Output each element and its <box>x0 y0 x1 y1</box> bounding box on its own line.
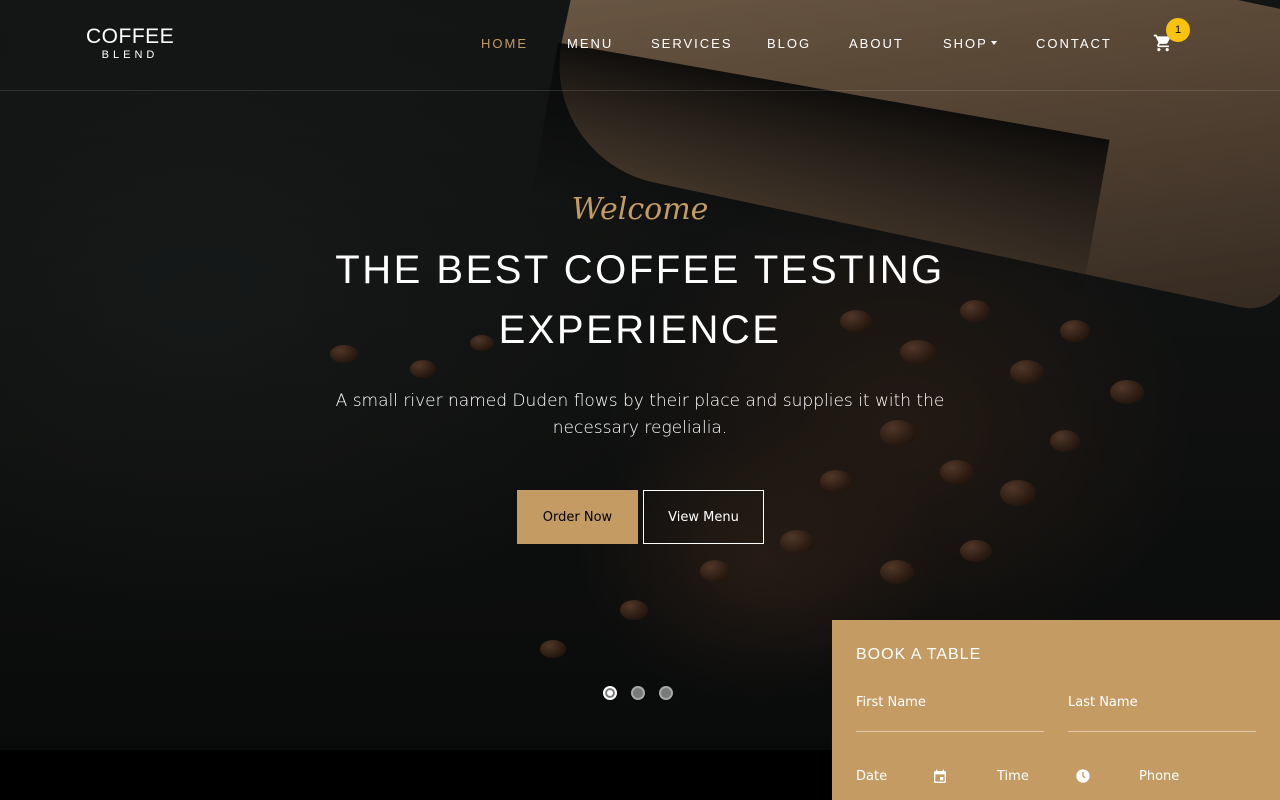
hero-subtext-line2: necessary regelialia. <box>552 418 728 438</box>
carousel-dot-3[interactable] <box>659 686 673 700</box>
nav-item-about[interactable]: ABOUT <box>849 36 904 51</box>
book-a-table-panel: BOOK A TABLE First Name Last Name Date T… <box>832 620 1280 800</box>
order-now-button[interactable]: Order Now <box>517 490 638 544</box>
nav-item-blog[interactable]: BLOG <box>767 36 811 51</box>
nav-item-shop-label: SHOP <box>943 36 988 51</box>
hero-subtext: A small river named Duden flows by their… <box>300 388 980 442</box>
hero-headline: THE BEST COFFEE TESTING EXPERIENCE <box>300 240 980 360</box>
first-name-underline <box>856 731 1044 732</box>
nav-item-menu[interactable]: MENU <box>567 36 613 51</box>
cart-count-badge: 1 <box>1166 18 1190 42</box>
phone-field[interactable]: Phone <box>1139 769 1179 784</box>
date-field[interactable]: Date <box>856 769 887 784</box>
hero-headline-line2: EXPERIENCE <box>498 308 782 352</box>
hero-headline-line1: THE BEST COFFEE TESTING <box>335 248 945 292</box>
view-menu-button[interactable]: View Menu <box>643 490 764 544</box>
nav-item-shop[interactable]: SHOP <box>943 36 997 51</box>
brand-line1: COFFEE <box>86 25 175 48</box>
welcome-script: Welcome <box>571 192 709 227</box>
chevron-down-icon <box>990 40 997 45</box>
last-name-underline <box>1068 731 1256 732</box>
time-field[interactable]: Time <box>997 769 1029 784</box>
hero-subtext-line1: A small river named Duden flows by their… <box>335 391 945 411</box>
top-navbar: COFFEE BLEND HOME MENU SERVICES BLOG ABO… <box>0 0 1280 91</box>
first-name-field[interactable]: First Name <box>856 695 926 710</box>
nav-item-contact[interactable]: CONTACT <box>1036 36 1112 51</box>
clock-icon[interactable] <box>1075 768 1091 788</box>
last-name-field[interactable]: Last Name <box>1068 695 1138 710</box>
book-a-table-title: BOOK A TABLE <box>856 646 982 663</box>
brand-line2: BLEND <box>101 49 159 61</box>
carousel-dot-1[interactable] <box>603 686 617 700</box>
nav-item-services[interactable]: SERVICES <box>651 36 733 51</box>
calendar-icon[interactable] <box>932 769 948 789</box>
carousel-dot-2[interactable] <box>631 686 645 700</box>
brand-logo[interactable]: COFFEE BLEND <box>86 25 175 62</box>
nav-item-home[interactable]: HOME <box>481 36 528 51</box>
